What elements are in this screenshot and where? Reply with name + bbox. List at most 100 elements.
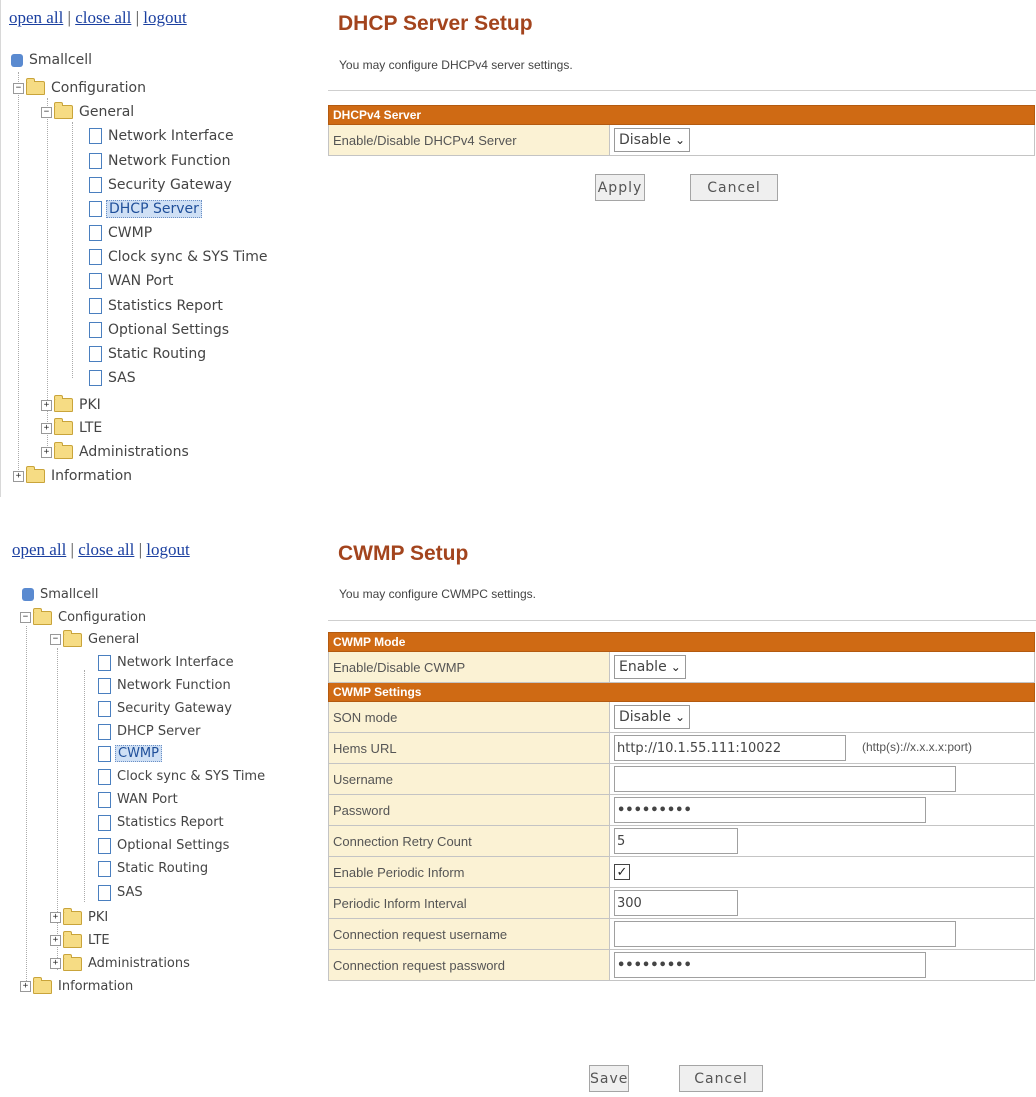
expand-icon[interactable]: + xyxy=(41,422,52,434)
expand-icon[interactable]: + xyxy=(41,446,52,458)
hems-url-input[interactable]: http://10.1.55.111:10022 xyxy=(614,735,846,761)
tree-root[interactable]: Smallcell xyxy=(11,50,94,70)
tree-item-dhcp-server[interactable]: DHCP Server xyxy=(89,199,202,219)
nav-tree: open all | close all | logout Smallcell … xyxy=(0,0,311,497)
tree-item-dhcp-server[interactable]: DHCP Server xyxy=(98,722,202,742)
page-icon xyxy=(98,654,111,671)
open-all-link[interactable]: open all xyxy=(9,8,63,27)
close-all-link[interactable]: close all xyxy=(75,8,131,27)
tree-item-sas[interactable]: SAS xyxy=(98,883,145,903)
tree-item-security-gateway[interactable]: Security Gateway xyxy=(98,699,234,719)
open-all-link[interactable]: open all xyxy=(12,540,66,559)
tree-lte[interactable]: + LTE xyxy=(41,418,104,438)
tree-administrations[interactable]: + Administrations xyxy=(50,953,192,974)
tree-item-wan-port[interactable]: WAN Port xyxy=(98,790,180,810)
page-icon xyxy=(98,677,111,694)
retry-count-input[interactable]: 5 xyxy=(614,828,738,854)
tree-general[interactable]: − General xyxy=(41,102,136,122)
tree-item-sas[interactable]: SAS xyxy=(89,368,138,388)
password-input[interactable]: ••••••••• xyxy=(614,797,926,823)
tree-item-static-routing[interactable]: Static Routing xyxy=(98,859,210,879)
folder-icon xyxy=(63,953,82,971)
page-icon xyxy=(98,745,111,762)
username-input[interactable] xyxy=(614,766,956,792)
expand-icon[interactable]: + xyxy=(50,912,61,923)
folder-icon xyxy=(26,466,45,483)
tree-item-cwmp[interactable]: CWMP xyxy=(89,223,154,243)
field-label: Connection request password xyxy=(328,949,610,981)
logout-link[interactable]: logout xyxy=(143,8,186,27)
periodic-inform-checkbox[interactable]: ✓ xyxy=(614,864,630,880)
request-username-input[interactable] xyxy=(614,921,956,947)
tree-administrations[interactable]: + Administrations xyxy=(41,442,191,462)
tree-lte[interactable]: + LTE xyxy=(50,930,112,951)
son-mode-select[interactable]: Disable ⌄ xyxy=(614,705,690,729)
top-links: open all | close all | logout xyxy=(12,540,190,559)
tree-pki[interactable]: + PKI xyxy=(41,395,103,415)
expand-icon[interactable]: + xyxy=(41,399,52,411)
collapse-icon[interactable]: − xyxy=(20,612,31,623)
tree-item-static-routing[interactable]: Static Routing xyxy=(89,344,208,364)
tree-information[interactable]: + Information xyxy=(20,976,135,997)
tree-information[interactable]: + Information xyxy=(13,466,134,486)
page-title: DHCP Server Setup xyxy=(338,12,533,35)
cwmp-enable-select[interactable]: Enable ⌄ xyxy=(614,655,686,679)
folder-icon xyxy=(54,442,73,459)
tree-item-clock-sync[interactable]: Clock sync & SYS Time xyxy=(98,767,267,787)
tree-item-network-function[interactable]: Network Function xyxy=(98,676,233,696)
page-icon xyxy=(89,322,102,338)
tree-configuration[interactable]: − Configuration xyxy=(13,78,148,98)
expand-icon[interactable]: + xyxy=(20,981,31,992)
cancel-button[interactable]: Cancel xyxy=(679,1065,763,1092)
section-header: DHCPv4 Server xyxy=(328,105,1035,125)
close-all-link[interactable]: close all xyxy=(78,540,134,559)
tree-item-network-function[interactable]: Network Function xyxy=(89,151,232,171)
top-links: open all | close all | logout xyxy=(9,8,187,27)
page-icon xyxy=(89,201,102,217)
tree-item-network-interface[interactable]: Network Interface xyxy=(89,126,236,146)
tree-root[interactable]: Smallcell xyxy=(22,585,100,605)
collapse-icon[interactable]: − xyxy=(13,82,24,94)
tree-item-optional-settings[interactable]: Optional Settings xyxy=(98,836,231,856)
dhcp-enable-select[interactable]: Disable ⌄ xyxy=(614,128,690,152)
page-icon xyxy=(89,128,102,144)
tree-item-clock-sync[interactable]: Clock sync & SYS Time xyxy=(89,247,270,267)
cancel-button[interactable]: Cancel xyxy=(690,174,778,201)
page-icon xyxy=(98,768,111,785)
field-label: Connection request username xyxy=(328,918,610,950)
inform-interval-input[interactable]: 300 xyxy=(614,890,738,916)
tree-item-statistics-report[interactable]: Statistics Report xyxy=(89,296,225,316)
folder-icon xyxy=(33,607,52,625)
tree-item-optional-settings[interactable]: Optional Settings xyxy=(89,320,231,340)
collapse-icon[interactable]: − xyxy=(50,634,61,645)
expand-icon[interactable]: + xyxy=(50,935,61,946)
collapse-icon[interactable]: − xyxy=(41,106,52,118)
computer-icon xyxy=(22,588,34,601)
field-label: Periodic Inform Interval xyxy=(328,887,610,919)
divider xyxy=(328,90,1036,91)
hems-url-hint: (http(s)://x.x.x.x:port) xyxy=(862,740,973,755)
page-icon xyxy=(89,177,102,193)
folder-icon xyxy=(63,907,82,925)
page-icon xyxy=(89,346,102,362)
save-button[interactable]: Save xyxy=(589,1065,629,1092)
tree-item-security-gateway[interactable]: Security Gateway xyxy=(89,175,234,195)
tree-item-cwmp[interactable]: CWMP xyxy=(98,744,162,764)
tree-item-network-interface[interactable]: Network Interface xyxy=(98,653,236,673)
field-label: Enable/Disable CWMP xyxy=(328,651,610,683)
expand-icon[interactable]: + xyxy=(50,958,61,969)
request-password-input[interactable]: ••••••••• xyxy=(614,952,926,978)
tree-general[interactable]: − General xyxy=(50,629,141,650)
tree-configuration[interactable]: − Configuration xyxy=(20,607,148,628)
tree-item-wan-port[interactable]: WAN Port xyxy=(89,271,175,291)
page-icon xyxy=(89,225,102,241)
folder-icon xyxy=(54,418,73,435)
field-label: Hems URL xyxy=(328,732,610,764)
expand-icon[interactable]: + xyxy=(13,470,24,482)
tree-item-statistics-report[interactable]: Statistics Report xyxy=(98,813,226,833)
apply-button[interactable]: Apply xyxy=(595,174,645,201)
tree-pki[interactable]: + PKI xyxy=(50,907,110,928)
computer-icon xyxy=(11,53,23,67)
logout-link[interactable]: logout xyxy=(146,540,189,559)
page-icon xyxy=(98,860,111,877)
